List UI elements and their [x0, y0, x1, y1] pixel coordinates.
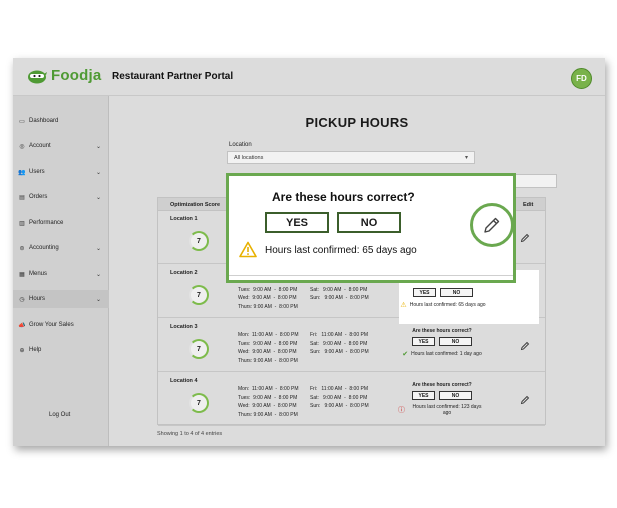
location-name: Location 4: [170, 378, 198, 384]
yes-button[interactable]: YES: [412, 337, 435, 346]
sidebar-item-label: Performance: [29, 220, 64, 226]
hours-weekday: Mon: 11:00 AM - 8:00 PM Tues: 9:00 AM - …: [238, 332, 299, 364]
no-button[interactable]: NO: [439, 391, 472, 400]
location-label: Location: [229, 142, 252, 148]
callout-edit-button[interactable]: [470, 203, 514, 247]
confirm-status: ⚠ Hours last confirmed: 65 days ago: [399, 301, 487, 309]
megaphone-icon: 📣: [18, 322, 26, 329]
location-name: Location 3: [170, 324, 198, 330]
column-header-optimization: Optimization Score: [170, 202, 221, 208]
warning-icon: ⚠: [400, 302, 407, 309]
hours-weekend: Fri: 11:00 AM - 8:00 PM Sat: 9:00 AM - 8…: [310, 332, 369, 355]
sidebar-item-label: Grow Your Sales: [29, 322, 74, 328]
sidebar-item-label: Dashboard: [29, 118, 59, 124]
callout-no-button[interactable]: NO: [337, 212, 401, 233]
sidebar-item-menus[interactable]: ▦ Menus ⌄: [13, 265, 109, 283]
chevron-down-icon: ⌄: [95, 143, 101, 150]
confirm-question: Are these hours correct?: [412, 328, 472, 334]
sidebar: ▭ Dashboard ◎ Account ⌄ 👥 Users ⌄ ▤ Orde…: [13, 96, 109, 446]
search-input[interactable]: [514, 174, 557, 188]
callout-yes-button[interactable]: YES: [265, 212, 329, 233]
clock-icon: ◷: [19, 296, 25, 303]
status-text: Hours last confirmed: 123 days ago: [412, 404, 482, 416]
column-header-edit: Edit: [523, 202, 534, 208]
page-title: PICKUP HOURS: [305, 115, 409, 130]
sidebar-item-users[interactable]: 👥 Users ⌄: [13, 163, 109, 181]
caret-down-icon: ▾: [464, 155, 468, 161]
sidebar-item-orders[interactable]: ▤ Orders ⌄: [13, 188, 109, 206]
sidebar-item-label: Account: [29, 143, 51, 149]
sidebar-item-label: Hours: [29, 296, 46, 302]
table-row: Location 4 7 Mon: 11:00 AM - 8:00 PM Tue…: [158, 373, 545, 426]
sidebar-item-performance[interactable]: ▥ Performance: [13, 214, 109, 232]
location-name: Location 1: [170, 216, 198, 222]
status-text: Hours last confirmed: 65 days ago: [409, 302, 486, 308]
callout-question: Are these hours correct?: [272, 190, 415, 204]
confirm-hours-widget: Are these hours correct? YES NO ⓘ Hours …: [398, 382, 486, 416]
no-button[interactable]: NO: [440, 288, 473, 297]
brand-logo[interactable]: Foodja: [27, 67, 101, 84]
portal-title: Restaurant Partner Portal: [112, 71, 234, 82]
help-icon: ⊕: [19, 347, 25, 354]
accounting-icon: ⊜: [19, 245, 25, 252]
location-name: Location 2: [170, 270, 198, 276]
error-circle-icon: ⓘ: [398, 407, 405, 414]
hours-weekday: Mon: 11:00 AM - 8:00 PM Tues: 9:00 AM - …: [238, 386, 299, 418]
performance-icon: ▥: [19, 220, 25, 227]
orders-icon: ▤: [19, 194, 25, 201]
menus-icon: ▦: [19, 271, 25, 278]
sidebar-item-label: Help: [29, 347, 42, 353]
account-icon: ◎: [19, 143, 25, 150]
optimization-score: 7: [189, 393, 209, 413]
confirm-hours-widget: Are these hours correct? YES NO ✔ Hours …: [398, 328, 486, 358]
brand-name: Foodja: [51, 67, 102, 84]
edit-pencil-icon[interactable]: [520, 395, 530, 405]
sidebar-item-label: Accounting: [29, 245, 59, 251]
sidebar-item-account[interactable]: ◎ Account ⌄: [13, 137, 109, 155]
chevron-down-icon: ⌄: [95, 245, 101, 252]
status-text: Hours last confirmed: 1 day ago: [411, 351, 482, 357]
sidebar-item-label: Users: [29, 169, 45, 175]
top-bar: Foodja Restaurant Partner Portal FD: [13, 58, 605, 96]
location-select[interactable]: All locations ▾: [227, 151, 475, 164]
edit-pencil-icon[interactable]: [520, 341, 530, 351]
edit-pencil-icon: [484, 217, 500, 233]
confirm-status: ✔ Hours last confirmed: 1 day ago: [398, 350, 486, 358]
dashboard-icon: ▭: [19, 118, 25, 125]
chevron-down-icon: ⌄: [95, 296, 101, 303]
optimization-score: 7: [189, 231, 209, 251]
sidebar-item-label: Menus: [29, 271, 48, 277]
confirm-question: Are these hours correct?: [412, 382, 472, 388]
user-avatar[interactable]: FD: [571, 68, 592, 89]
sidebar-item-dashboard[interactable]: ▭ Dashboard: [13, 112, 109, 130]
sidebar-item-grow-your-sales[interactable]: 📣 Grow Your Sales: [13, 316, 109, 334]
ninja-logo-icon: [28, 70, 47, 83]
no-button[interactable]: NO: [439, 337, 472, 346]
optimization-score: 7: [189, 339, 209, 359]
sidebar-item-help[interactable]: ⊕ Help: [13, 341, 109, 359]
callout-divider: [229, 275, 513, 276]
yes-button[interactable]: YES: [412, 391, 435, 400]
users-icon: 👥: [18, 169, 26, 176]
check-circle-icon: ✔: [402, 351, 409, 358]
optimization-score: 7: [189, 285, 209, 305]
logout-link[interactable]: Log Out: [49, 412, 70, 418]
sidebar-item-label: Orders: [29, 194, 48, 200]
table-row: Location 3 7 Mon: 11:00 AM - 8:00 PM Tue…: [158, 319, 545, 372]
confirm-hours-callout: Are these hours correct? YES NO Hours la…: [226, 173, 516, 283]
table-entries-info: Showing 1 to 4 of 4 entries: [157, 431, 223, 437]
chevron-down-icon: ⌄: [95, 169, 101, 176]
chevron-down-icon: ⌄: [95, 194, 101, 201]
sidebar-item-accounting[interactable]: ⊜ Accounting ⌄: [13, 239, 109, 257]
confirm-status: ⓘ Hours last confirmed: 123 days ago: [398, 404, 486, 416]
hours-weekend: Fri: 11:00 AM - 8:00 PM Sat: 9:00 AM - 8…: [310, 386, 369, 409]
edit-pencil-icon[interactable]: [520, 233, 530, 243]
callout-status-text: Hours last confirmed: 65 days ago: [265, 245, 417, 256]
warning-icon: [239, 241, 257, 258]
location-select-value: All locations: [234, 155, 264, 161]
sidebar-item-hours[interactable]: ◷ Hours ⌄: [13, 290, 109, 308]
yes-button[interactable]: YES: [413, 288, 436, 297]
chevron-down-icon: ⌄: [95, 271, 101, 278]
